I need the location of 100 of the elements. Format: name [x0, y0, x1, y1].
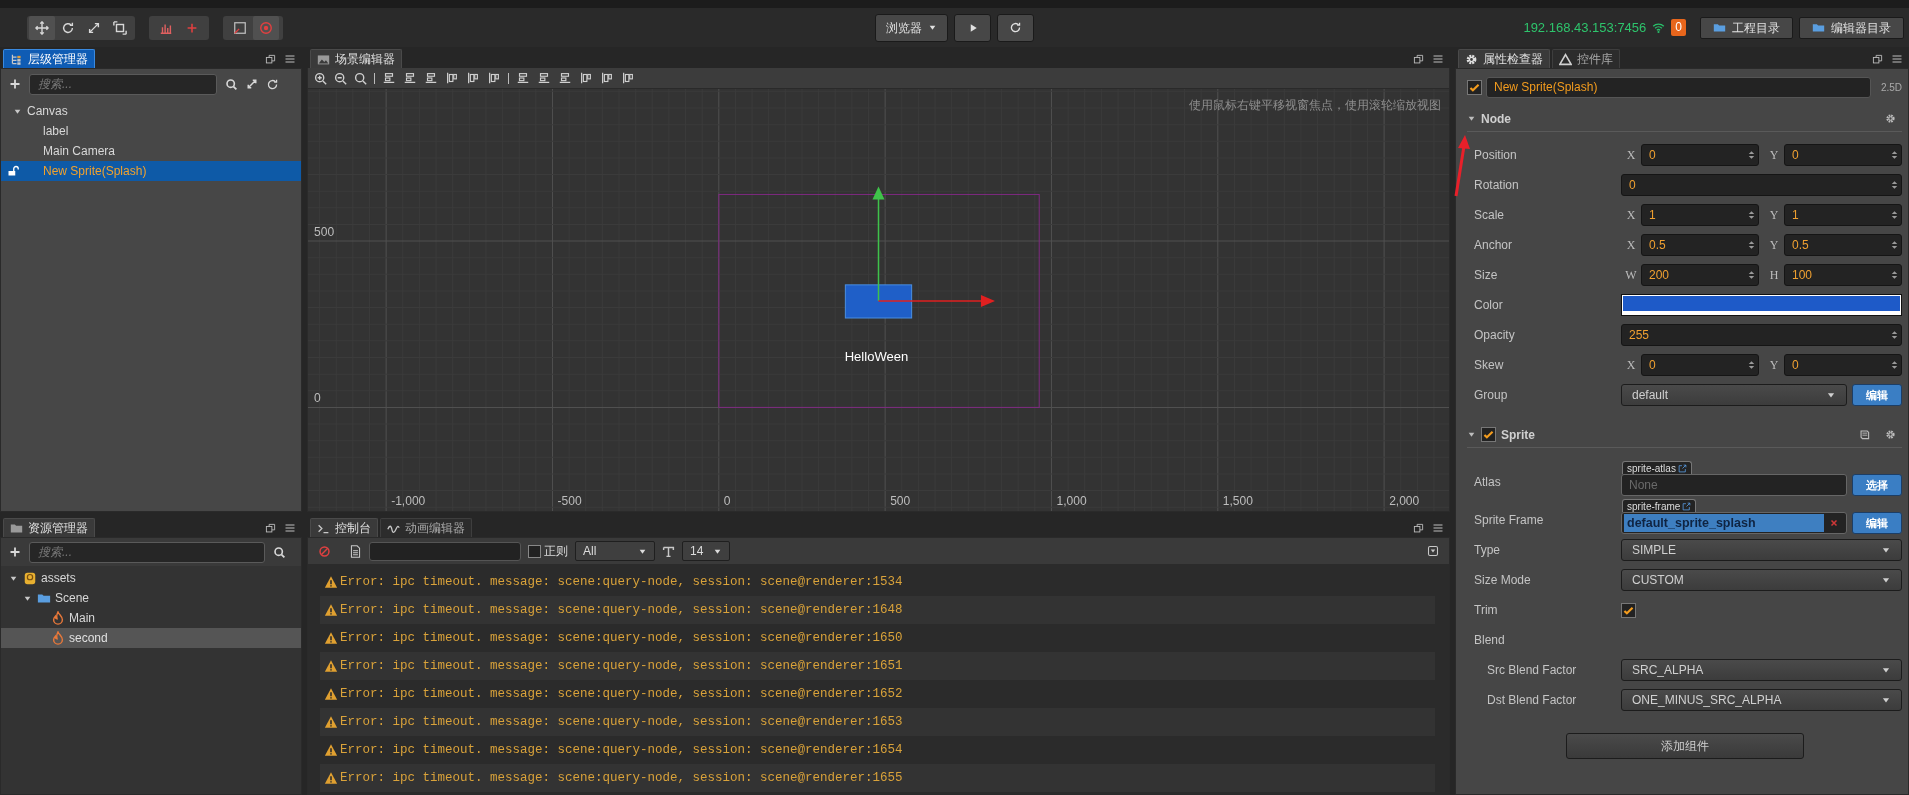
section-header[interactable]: Sprite	[1467, 422, 1902, 448]
target-button[interactable]	[253, 15, 279, 40]
tree-item[interactable]: label	[1, 121, 301, 141]
tree-item[interactable]: Scene	[1, 588, 301, 608]
mode-label[interactable]: 2.5D	[1880, 79, 1902, 95]
log-entry[interactable]: Error: ipc timeout. message: scene:query-node, session: scene@renderer:1655	[320, 764, 1435, 792]
dropdown[interactable]: SIMPLE	[1621, 539, 1902, 561]
asset-field[interactable]: default_sprite_splash	[1621, 512, 1847, 534]
caret-icon[interactable]	[1881, 575, 1891, 585]
expand-icon[interactable]	[246, 78, 258, 90]
tree-item[interactable]: Canvas	[1, 101, 301, 121]
tree-item[interactable]: second	[1, 628, 301, 648]
dropdown[interactable]: default	[1621, 384, 1847, 406]
number-field[interactable]: 0	[1784, 144, 1902, 166]
refresh-icon[interactable]	[1009, 21, 1022, 34]
align-icon[interactable]	[445, 71, 459, 85]
align-icon[interactable]	[403, 71, 417, 85]
dropdown[interactable]: ONE_MINUS_SRC_ALPHA	[1621, 689, 1902, 711]
play-button[interactable]	[954, 13, 991, 42]
book-icon[interactable]	[1859, 429, 1870, 440]
log-entry[interactable]: Error: ipc timeout. message: scene:query-node, session: scene@renderer:1651	[320, 652, 1435, 680]
caret-icon[interactable]	[1826, 390, 1836, 400]
align-icon[interactable]	[466, 71, 480, 85]
search-field[interactable]: 搜索...	[29, 541, 265, 563]
add-icon[interactable]	[9, 546, 21, 558]
rect-tool-icon[interactable]	[113, 20, 127, 35]
distribute-icon[interactable]	[537, 71, 551, 85]
folder-button[interactable]: 编辑器目录	[1799, 16, 1904, 39]
settings-icon[interactable]	[1885, 113, 1896, 124]
sprite-node[interactable]	[844, 284, 913, 319]
popout-icon[interactable]	[1413, 53, 1424, 65]
zoom-in-icon[interactable]	[314, 71, 327, 85]
dropdown[interactable]: SRC_ALPHA	[1621, 659, 1902, 681]
external-link-icon[interactable]	[1677, 463, 1687, 473]
caret-icon[interactable]	[928, 23, 937, 32]
menu-icon[interactable]	[1432, 53, 1444, 65]
distribute-icon[interactable]	[558, 71, 572, 85]
number-field[interactable]: 0	[1621, 174, 1902, 196]
panel-tab[interactable]: 层级管理器	[3, 49, 95, 68]
menu-icon[interactable]	[1891, 53, 1903, 65]
add-component-button[interactable]: 添加组件	[1565, 733, 1804, 759]
align-icon[interactable]	[424, 71, 438, 85]
number-field[interactable]: 100	[1784, 264, 1902, 286]
search-field[interactable]: 搜索...	[29, 73, 217, 95]
rotate-icon[interactable]	[61, 20, 75, 35]
level-filter-dropdown[interactable]: All	[575, 541, 655, 561]
scene-viewport[interactable]: -1,000 -500 0 500 1,000 1,500 2,000 500 0 HelloWeen 使用鼠标右键平移视窗焦点，使用滚轮缩放视图	[307, 88, 1450, 512]
number-field[interactable]: 0.5	[1641, 234, 1759, 256]
menu-icon[interactable]	[284, 522, 296, 534]
font-size-icon[interactable]	[662, 544, 675, 558]
x-axis-handle[interactable]	[877, 294, 995, 307]
number-field[interactable]: 1	[1641, 204, 1759, 226]
refresh-icon[interactable]	[266, 77, 279, 91]
number-field[interactable]: 1	[1784, 204, 1902, 226]
add-icon[interactable]	[9, 78, 21, 90]
frame-icon[interactable]	[233, 20, 247, 35]
log-entry[interactable]: Error: ipc timeout. message: scene:query-node, session: scene@renderer:1648	[320, 596, 1435, 624]
distribute-icon[interactable]	[579, 71, 593, 85]
move-icon[interactable]	[35, 20, 49, 35]
number-field[interactable]: 0	[1641, 354, 1759, 376]
y-axis-handle[interactable]	[872, 186, 885, 302]
font-size-dropdown[interactable]: 14	[682, 541, 730, 561]
number-field[interactable]: 0	[1784, 354, 1902, 376]
log-entry[interactable]: Error: ipc timeout. message: scene:query-node, session: scene@renderer:1653	[320, 708, 1435, 736]
caret-icon[interactable]	[1881, 665, 1891, 675]
lock-icon[interactable]	[7, 165, 19, 177]
move-button[interactable]	[29, 15, 55, 40]
filter-field[interactable]	[369, 541, 521, 561]
number-field[interactable]: 0.5	[1784, 234, 1902, 256]
component-checkbox[interactable]	[1481, 427, 1496, 442]
collapse-arrow-icon[interactable]	[1467, 430, 1476, 439]
folder-icon[interactable]	[10, 521, 23, 535]
gear-icon[interactable]	[1465, 52, 1478, 66]
popout-icon[interactable]	[1413, 522, 1424, 534]
clear-icon[interactable]	[1829, 518, 1839, 528]
panel-tab[interactable]: 资源管理器	[3, 518, 95, 537]
popout-icon[interactable]	[265, 522, 276, 534]
number-field[interactable]: 200	[1641, 264, 1759, 286]
checkbox[interactable]	[1621, 602, 1636, 618]
menu-icon[interactable]	[1432, 522, 1444, 534]
panel-tab[interactable]: 属性检查器	[1458, 49, 1550, 68]
clear-icon[interactable]	[318, 544, 331, 558]
log-file-icon[interactable]	[349, 544, 362, 558]
search-icon[interactable]	[225, 77, 238, 91]
menu-icon[interactable]	[284, 53, 296, 65]
tree-item[interactable]: assets	[1, 568, 301, 588]
preview-target-dropdown[interactable]: 浏览器	[875, 13, 948, 42]
panel-tab[interactable]: 动画编辑器	[380, 518, 472, 537]
triangle-icon[interactable]	[1559, 52, 1572, 66]
search-icon[interactable]	[273, 545, 286, 559]
tree-item[interactable]: New Sprite(Splash)	[1, 161, 301, 181]
caret-icon[interactable]	[1881, 695, 1891, 705]
panel-tab[interactable]: 控件库	[1552, 49, 1620, 68]
zoom-reset-icon[interactable]	[354, 71, 367, 85]
popout-icon[interactable]	[1872, 53, 1883, 65]
scale-icon[interactable]	[87, 20, 101, 35]
tree-item[interactable]: Main Camera	[1, 141, 301, 161]
distribute-icon[interactable]	[621, 71, 635, 85]
panel-tab[interactable]: 场景编辑器	[310, 49, 402, 68]
node-active-checkbox[interactable]	[1467, 79, 1482, 95]
